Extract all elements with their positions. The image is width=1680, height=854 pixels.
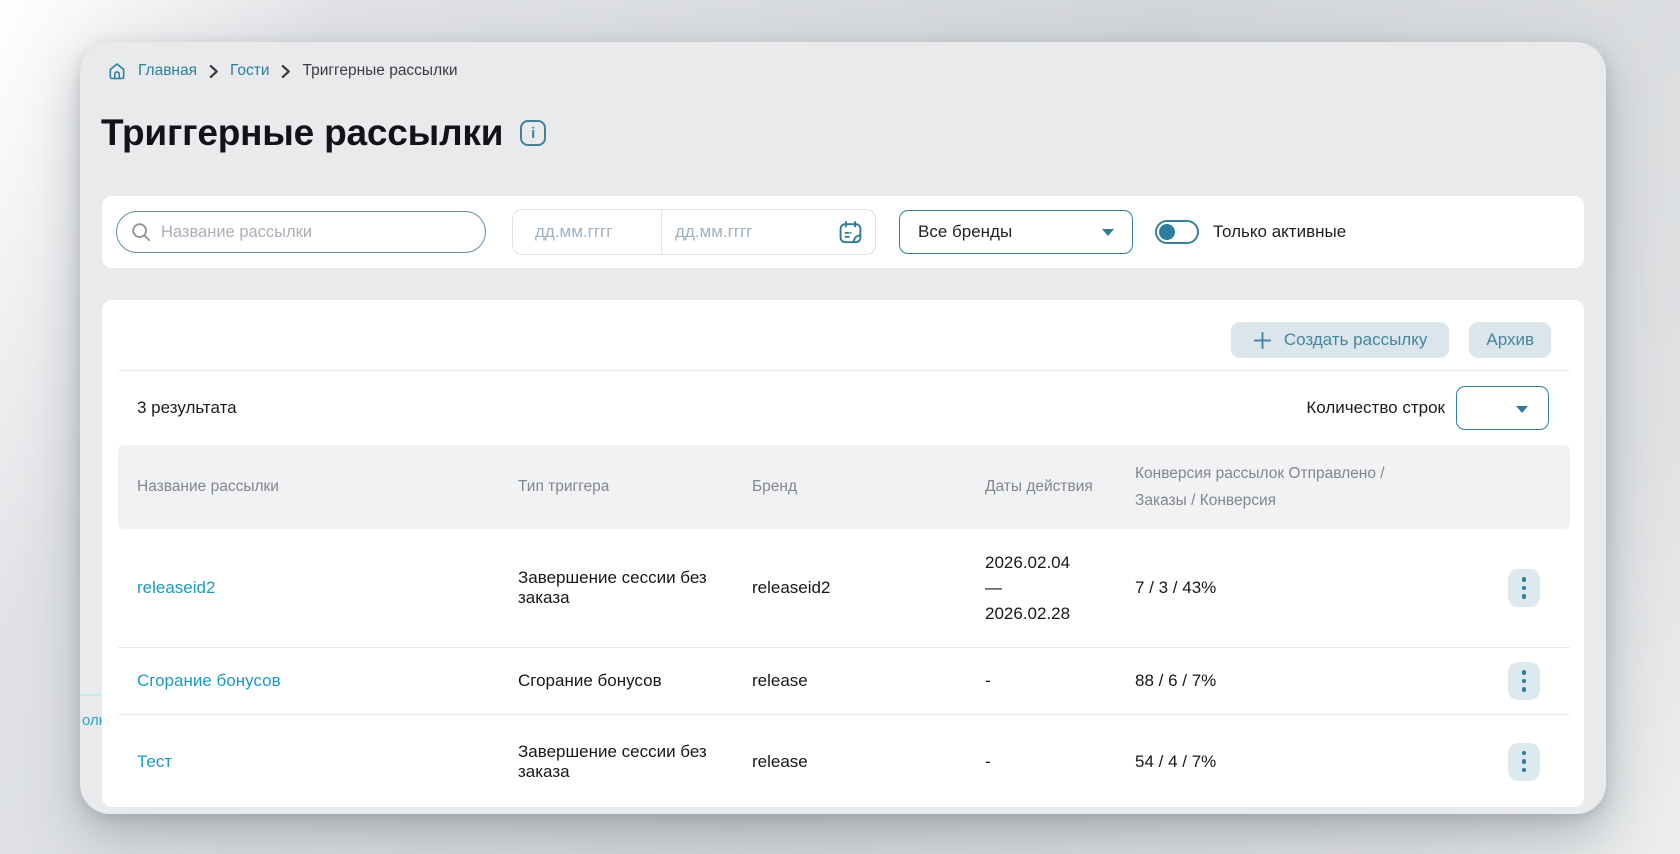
column-header-conversion: Конверсия рассылок Отправлено / Заказы /… [1135,464,1385,509]
breadcrumb-current: Триггерные рассылки [302,62,458,79]
title-row: Триггерные рассылки i [101,112,547,154]
row-menu-icon[interactable] [1508,662,1540,700]
screen: Главная Гости Триггерные рассылки Тригге… [0,0,1680,854]
trigger-type-cell: Сгорание бонусов [518,671,662,690]
brand-cell: release [752,671,808,690]
search-field[interactable] [116,211,486,253]
mailings-table: Название рассылки Тип триггера Бренд Дат… [118,445,1570,807]
toggle-knob [1159,224,1175,240]
search-icon [130,221,152,243]
table-header-row: Название рассылки Тип триггера Бренд Дат… [118,445,1570,529]
column-header-brand: Бренд [752,478,798,496]
calendar-icon[interactable] [837,219,864,246]
breadcrumb-link-home[interactable]: Главная [138,62,197,80]
page-title: Триггерные рассылки [101,112,504,153]
search-input[interactable] [161,222,472,242]
date-to-input[interactable] [662,222,822,242]
dates-cell: 2026.02.04 — 2026.02.28 [985,552,1071,623]
home-icon[interactable] [107,61,127,81]
breadcrumb: Главная Гости Триггерные рассылки [107,61,458,81]
dates-cell: - [985,751,991,771]
conversion-cell: 54 / 4 / 7% [1135,751,1217,771]
date-from-input[interactable] [513,222,661,242]
chevron-right-icon [208,64,219,78]
create-mailing-button[interactable]: Создать рассылку [1230,322,1450,358]
results-row: 3 результата Количество строк [102,371,1584,445]
conversion-cell: 88 / 6 / 7% [1135,671,1217,690]
table-row: releaseid2 Завершение сессии без заказа … [118,529,1570,647]
trigger-type-cell: Завершение сессии без заказа [518,568,707,607]
table-row: Тест Завершение сессии без заказа releas… [118,714,1570,807]
mailing-name-link[interactable]: Сгорание бонусов [137,671,518,691]
info-icon[interactable]: i [520,120,547,146]
chevron-right-icon [280,64,291,78]
mailing-name-link[interactable]: Тест [137,752,518,772]
active-only-label: Только активные [1213,222,1347,241]
plus-icon [1253,331,1272,350]
row-menu-icon[interactable] [1508,569,1540,607]
archive-label: Архив [1486,330,1534,349]
brand-select[interactable]: Все бренды [899,210,1133,254]
conversion-cell: 7 / 3 / 43% [1135,578,1217,597]
results-count: 3 результата [137,398,237,417]
mailing-name-link[interactable]: releaseid2 [137,578,518,598]
row-menu-icon[interactable] [1508,742,1540,781]
active-only-toggle[interactable] [1155,220,1199,244]
date-range-field [512,209,876,255]
trigger-type-cell: Завершение сессии без заказа [518,741,707,781]
chevron-down-icon [1516,406,1528,413]
archive-button[interactable]: Архив [1469,322,1551,358]
column-header-name: Название рассылки [137,478,279,496]
column-header-trigger: Тип триггера [518,478,610,496]
rows-per-page-select[interactable] [1456,386,1549,430]
filter-bar: Все бренды Только активные [102,196,1584,268]
brand-select-value: Все бренды [918,222,1013,241]
chevron-down-icon [1102,228,1114,236]
content-panel: Создать рассылку Архив 3 результата Коли… [102,300,1584,807]
create-mailing-label: Создать рассылку [1283,330,1428,349]
rows-per-page-label: Количество строк [1306,398,1445,417]
table-row: Сгорание бонусов Сгорание бонусов releas… [118,647,1570,714]
brand-cell: release [752,751,808,771]
brand-cell: releaseid2 [752,578,831,597]
dates-cell: - [985,671,991,691]
toolbar: Создать рассылку Архив [102,322,1551,358]
breadcrumb-link-guests[interactable]: Гости [230,62,269,80]
app-window: Главная Гости Триггерные рассылки Тригге… [80,42,1606,814]
column-header-dates: Даты действия [985,478,1093,496]
